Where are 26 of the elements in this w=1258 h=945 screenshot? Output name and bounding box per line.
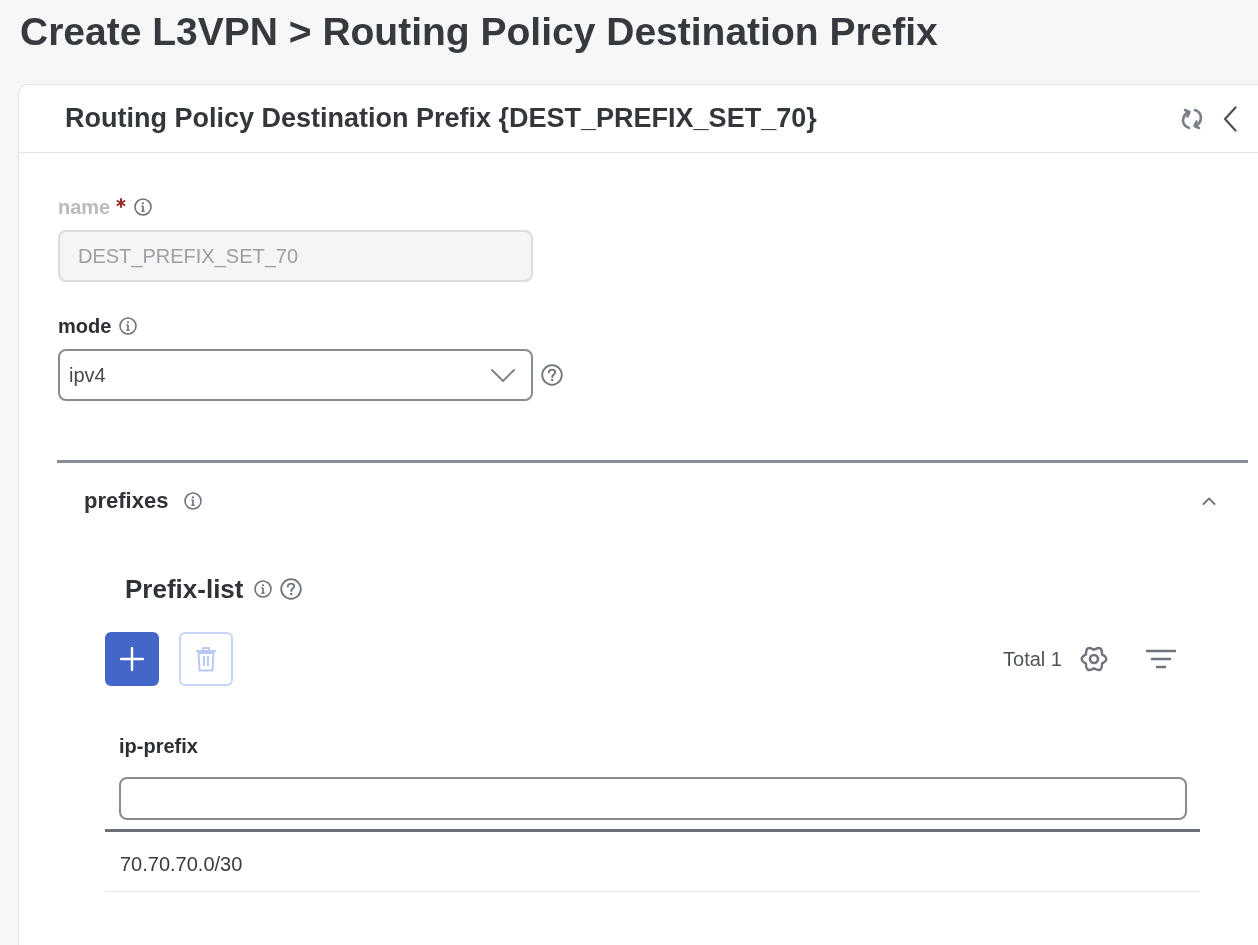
- info-icon[interactable]: [253, 580, 272, 598]
- info-icon[interactable]: [184, 492, 203, 510]
- settings-icon[interactable]: [1080, 645, 1108, 673]
- text-input: DEST_PREFIX_SET_70: [58, 230, 533, 282]
- field-label: mode: [58, 314, 112, 338]
- page-title: Create L3VPN > Routing Policy Destination Prefix: [20, 10, 939, 54]
- select-field[interactable]: ipv4: [58, 349, 533, 401]
- caret-up-icon[interactable]: [1202, 497, 1216, 505]
- table-cell: 70.70.70.0/30: [120, 853, 243, 876]
- plus-icon: [120, 647, 144, 671]
- add-button[interactable]: [105, 632, 159, 686]
- field-label: name: [58, 195, 111, 219]
- trash-icon: [195, 646, 217, 672]
- chevron-down-icon: [491, 368, 515, 382]
- list-title: Prefix-list: [125, 573, 244, 605]
- filter-icon[interactable]: [1146, 649, 1176, 669]
- section-title: prefixes: [84, 488, 169, 514]
- info-icon[interactable]: [134, 198, 153, 216]
- info-icon[interactable]: [119, 317, 138, 335]
- chevron-left-icon[interactable]: [1223, 105, 1237, 132]
- help-icon[interactable]: [541, 364, 563, 386]
- card-title: Routing Policy Destination Prefix {DEST_PREFIX_SET_70}: [65, 103, 817, 134]
- total-count: Total 1: [1003, 647, 1062, 671]
- column-filter-input[interactable]: [119, 777, 1187, 820]
- help-icon[interactable]: [279, 578, 302, 600]
- column-header: ip-prefix: [119, 734, 199, 758]
